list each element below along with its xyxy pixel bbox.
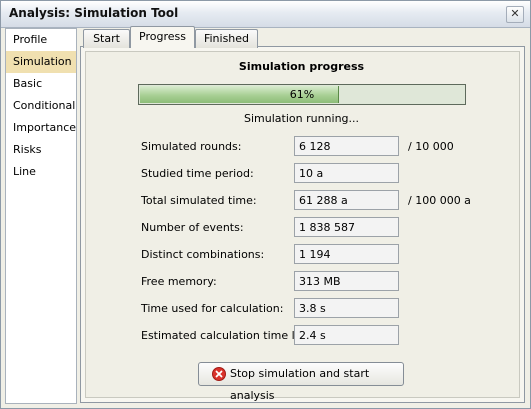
stat-label-time-used: Time used for calculation: (141, 302, 284, 315)
stat-label-free-memory: Free memory: (141, 275, 217, 288)
close-button[interactable]: ✕ (506, 6, 524, 23)
tab-start[interactable]: Start (83, 29, 130, 48)
stat-value-distinct-combinations: 1 194 (294, 244, 399, 264)
status-text: Simulation running... (243, 112, 360, 125)
stop-simulation-button[interactable]: Stop simulation and start analysis (198, 362, 404, 402)
stat-value-simulated-rounds: 6 128 (294, 136, 399, 156)
stat-value-free-memory: 313 MB (294, 271, 399, 291)
sidebar-item-conditional[interactable]: Conditional (6, 95, 76, 117)
sidebar-item-risks[interactable]: Risks (6, 139, 76, 161)
sidebar: Profile Simulation Basic Conditional Imp… (5, 28, 77, 404)
stat-label-total-simulated-time: Total simulated time: (141, 194, 257, 207)
stat-label-number-of-events: Number of events: (141, 221, 244, 234)
stat-value-studied-time-period: 10 a (294, 163, 399, 183)
progress-bar: 61% (138, 84, 466, 105)
stat-label-distinct-combinations: Distinct combinations: (141, 248, 265, 261)
sidebar-item-basic[interactable]: Basic (6, 73, 76, 95)
stat-label-simulated-rounds: Simulated rounds: (141, 140, 242, 153)
stop-icon (212, 367, 226, 381)
window-title: Analysis: Simulation Tool (9, 6, 179, 20)
stat-value-time-used: 3.8 s (294, 298, 399, 318)
tab-progress[interactable]: Progress (130, 26, 195, 48)
stat-value-total-simulated-time: 61 288 a (294, 190, 399, 210)
sidebar-item-importance[interactable]: Importance (6, 117, 76, 139)
tab-finished[interactable]: Finished (195, 29, 258, 48)
close-icon: ✕ (510, 7, 520, 20)
stat-suffix-total-simulated-time: / 100 000 a (408, 194, 471, 207)
progress-percent: 61% (289, 88, 315, 101)
stat-label-estimated-time-left: Estimated calculation time left: (141, 329, 314, 342)
progress-heading: Simulation progress (238, 60, 365, 73)
stat-value-number-of-events: 1 838 587 (294, 217, 399, 237)
stat-value-estimated-time-left: 2.4 s (294, 325, 399, 345)
stat-suffix-simulated-rounds: / 10 000 (408, 140, 454, 153)
title-bar[interactable]: Analysis: Simulation Tool ✕ (1, 1, 530, 28)
stat-label-studied-time-period: Studied time period: (141, 167, 254, 180)
sidebar-item-line[interactable]: Line (6, 161, 76, 183)
sidebar-item-simulation[interactable]: Simulation (6, 51, 76, 73)
sidebar-item-profile[interactable]: Profile (6, 29, 76, 51)
stop-simulation-label: Stop simulation and start analysis (230, 367, 370, 402)
